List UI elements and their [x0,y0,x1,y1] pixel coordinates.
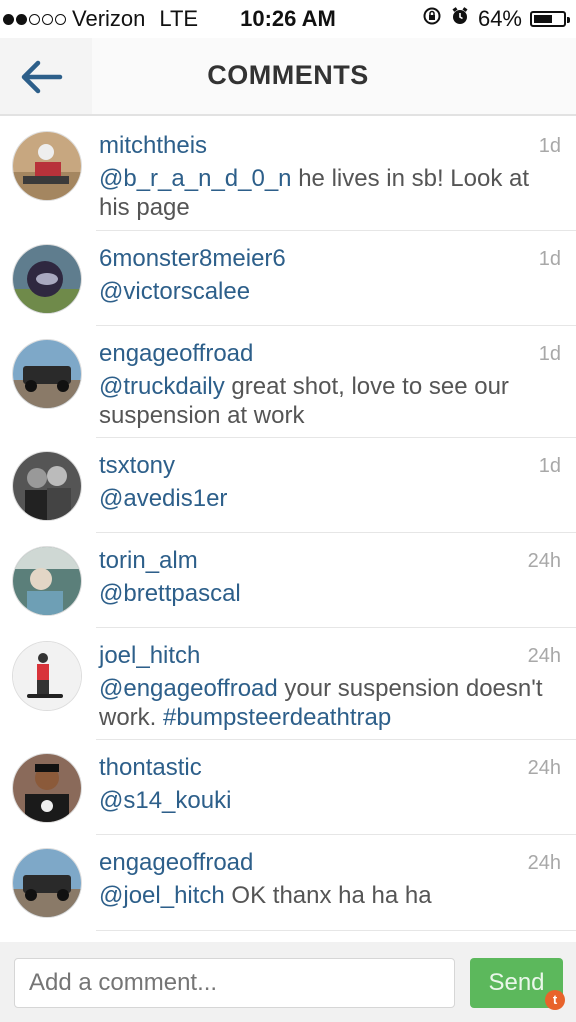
comment-text: @engageoffroad your suspension doesn't w… [99,674,559,732]
comment-text: @brettpascal [99,579,559,608]
comment-text: @victorscalee [99,277,559,306]
avatar[interactable] [13,754,81,822]
comment-item: torin_alm 24h @brettpascal [0,533,576,628]
comment-text: @s14_kouki [99,786,559,815]
comment-username[interactable]: joel_hitch [99,642,200,670]
comment-item: joel_hitch 24h @engageoffroad your suspe… [0,628,576,740]
comment-item: engageoffroad 1d @truckdaily great shot,… [0,326,576,438]
comment-hashtag[interactable]: #bumpsteerdeathtrap [163,704,391,731]
comment-item: 6monster8meier6 1d @victorscalee [0,231,576,326]
comment-username[interactable]: mitchtheis [99,132,207,160]
comment-list[interactable]: mitchtheis 1d @b_r_a_n_d_0_n he lives in… [0,118,576,931]
comment-username[interactable]: tsxtony [99,452,175,480]
send-button[interactable]: Send t [470,958,565,1010]
comment-text: @b_r_a_n_d_0_n he lives in sb! Look at h… [99,164,559,222]
comment-username[interactable]: thontastic [99,754,202,782]
nav-header: COMMENTS [0,38,576,116]
rotation-lock-icon [422,6,442,32]
comment-item: thontastic 24h @s14_kouki [0,740,576,835]
status-bar: Verizon LTE 10:26 AM 64% [0,0,576,38]
comment-mention[interactable]: @engageoffroad [99,675,278,702]
comment-timestamp: 1d [538,343,561,365]
comment-username[interactable]: torin_alm [99,547,198,575]
avatar[interactable] [13,849,81,917]
send-label: Send [488,969,545,996]
comment-timestamp: 1d [538,248,561,270]
tumblr-badge-icon: t [545,990,565,1010]
comment-text: @joel_hitch OK thanx ha ha ha [99,881,559,910]
comment-username[interactable]: 6monster8meier6 [99,245,286,273]
battery-icon [530,11,570,27]
page-title: COMMENTS [207,60,369,90]
comment-mention[interactable]: @truckdaily [99,373,225,400]
comment-timestamp: 24h [527,550,561,572]
avatar[interactable] [13,547,81,615]
avatar[interactable] [13,245,81,313]
comment-mention[interactable]: @brettpascal [99,580,241,607]
battery-percent: 64% [477,6,522,31]
comment-timestamp: 1d [538,135,561,157]
comment-item: tsxtony 1d @avedis1er [0,438,576,533]
comment-mention[interactable]: @joel_hitch [99,882,225,909]
comment-mention[interactable]: @avedis1er [99,485,227,512]
divider [96,930,576,931]
comment-timestamp: 24h [527,645,561,667]
comment-timestamp: 1d [538,455,561,477]
comment-text: @truckdaily great shot, love to see our … [99,372,559,430]
comment-mention[interactable]: @victorscalee [99,278,250,305]
alarm-icon [450,6,470,32]
comment-input[interactable] [14,958,455,1008]
comment-item: mitchtheis 1d @b_r_a_n_d_0_n he lives in… [0,118,576,231]
comment-item: engageoffroad 24h @joel_hitch OK thanx h… [0,835,576,931]
comment-composer: Send t [0,942,576,1022]
comment-mention[interactable]: @s14_kouki [99,787,231,814]
comment-timestamp: 24h [527,852,561,874]
comment-timestamp: 24h [527,757,561,779]
comment-username[interactable]: engageoffroad [99,849,253,877]
comment-mention[interactable]: @b_r_a_n_d_0_n [99,165,292,192]
comment-body: OK thanx ha ha ha [224,882,432,909]
avatar[interactable] [13,340,81,408]
avatar[interactable] [13,452,81,520]
comment-text: @avedis1er [99,484,559,513]
comment-username[interactable]: engageoffroad [99,340,253,368]
avatar[interactable] [13,132,81,200]
avatar[interactable] [13,642,81,710]
